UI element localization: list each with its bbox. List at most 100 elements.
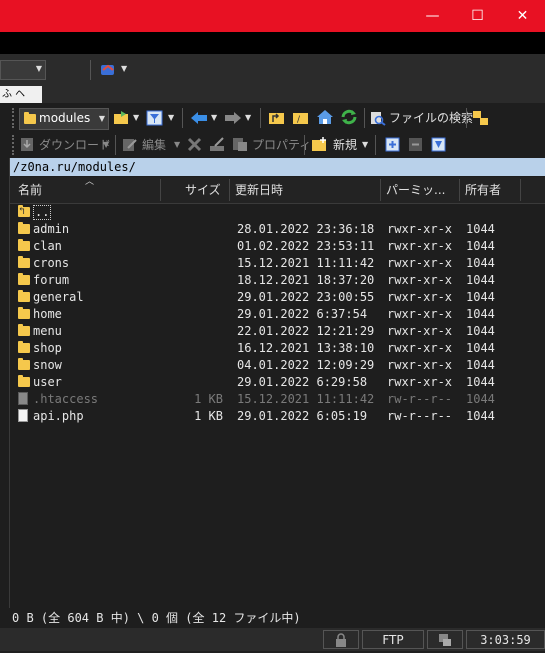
refresh-icon[interactable] (340, 109, 358, 128)
file-modified: 15.12.2021 11:11:42 (237, 392, 375, 406)
title-bar: — ☐ ✕ (0, 0, 545, 32)
chevron-down-icon[interactable]: ▼ (245, 113, 251, 122)
queue-icon[interactable] (472, 110, 490, 129)
download-icon[interactable] (20, 137, 36, 155)
session-combo[interactable]: ▼ (0, 60, 46, 80)
file-name: clan (33, 239, 62, 253)
file-owner: 1044 (466, 375, 495, 389)
file-owner: 1044 (466, 409, 495, 423)
column-divider[interactable] (380, 179, 381, 201)
toolbar-divider (260, 108, 261, 128)
up-arrow-icon: ↰ (19, 206, 26, 217)
delete-icon[interactable] (187, 137, 202, 155)
file-permissions: rwxr-xr-x (387, 222, 453, 236)
bottom-bar: FTP 3:03:59 (0, 628, 545, 651)
edit-button[interactable]: 編集 (142, 134, 166, 156)
file-permissions: rwxr-xr-x (387, 239, 453, 253)
table-row[interactable]: forum 18.12.2021 18:37:20 rwxr-xr-x 1044 (10, 272, 545, 289)
filter-select-icon[interactable] (431, 137, 446, 155)
table-row[interactable]: admin 28.01.2022 23:36:18 rwxr-xr-x 1044 (10, 221, 545, 238)
column-divider[interactable] (459, 179, 460, 201)
open-folder-icon[interactable] (113, 110, 131, 129)
parent-directory-icon[interactable] (268, 110, 286, 129)
table-row[interactable]: ↰.. (10, 204, 545, 221)
file-permissions: rwxr-xr-x (387, 273, 453, 287)
file-permissions: rwxr-xr-x (387, 290, 453, 304)
file-owner: 1044 (466, 273, 495, 287)
chevron-down-icon: ▼ (98, 114, 105, 123)
sync-browse-icon[interactable] (99, 62, 117, 78)
chevron-down-icon[interactable]: ▼ (211, 113, 217, 122)
maximize-button[interactable]: ☐ (455, 0, 500, 32)
column-permissions[interactable]: パーミッ... (386, 177, 445, 203)
filter-icon[interactable] (146, 110, 164, 129)
file-name: general (33, 290, 84, 304)
file-owner: 1044 (466, 324, 495, 338)
file-permissions: rw-r--r-- (387, 392, 453, 406)
chevron-down-icon[interactable]: ▼ (103, 140, 109, 149)
close-button[interactable]: ✕ (500, 0, 545, 32)
folder-icon (18, 324, 30, 336)
new-folder-icon[interactable] (311, 137, 329, 155)
column-size[interactable]: サイズ (185, 177, 221, 203)
column-modified[interactable]: 更新日時 (235, 177, 283, 203)
find-files-button[interactable]: ファイルの検索 (389, 107, 473, 129)
select-minus-icon[interactable] (408, 137, 423, 155)
chevron-down-icon[interactable]: ▼ (362, 140, 368, 149)
rename-icon[interactable] (209, 137, 227, 155)
directory-combo[interactable]: modules ▼ (19, 108, 109, 130)
folder-icon (18, 222, 30, 234)
chevron-down-icon[interactable]: ▼ (121, 64, 127, 73)
table-row[interactable]: general 29.01.2022 23:00:55 rwxr-xr-x 1044 (10, 289, 545, 306)
find-files-icon[interactable] (370, 111, 386, 129)
table-row[interactable]: shop 16.12.2021 13:38:10 rwxr-xr-x 1044 (10, 340, 545, 357)
toolbar-divider (364, 108, 365, 128)
sort-asc-icon: ︿ (85, 177, 95, 187)
file-modified: 16.12.2021 13:38:10 (237, 341, 375, 355)
file-size: 1 KB (194, 392, 223, 406)
table-row[interactable]: crons 15.12.2021 11:11:42 rwxr-xr-x 1044 (10, 255, 545, 272)
column-divider[interactable] (160, 179, 161, 201)
file-name: menu (33, 324, 62, 338)
column-divider[interactable] (520, 179, 521, 201)
protocol-indicator: FTP (362, 630, 424, 649)
table-row[interactable]: home 29.01.2022 6:37:54 rwxr-xr-x 1044 (10, 306, 545, 323)
tab-session[interactable]: ふ ヘ (0, 86, 42, 103)
table-row[interactable]: .htaccess 1 KB 15.12.2021 11:11:42 rw-r--r-… (10, 391, 545, 408)
file-permissions: rwxr-xr-x (387, 324, 453, 338)
root-directory-icon[interactable]: / (292, 110, 310, 129)
table-row[interactable]: api.php 1 KB 29.01.2022 6:05:19 rw-r--r-- 10… (10, 408, 545, 425)
menu-bar (0, 32, 545, 54)
edit-icon[interactable] (122, 137, 138, 155)
chevron-down-icon[interactable]: ▼ (174, 140, 180, 149)
file-name: forum (33, 273, 70, 287)
home-icon[interactable] (316, 109, 334, 128)
forward-arrow-icon[interactable] (224, 111, 242, 128)
select-plus-icon[interactable] (385, 137, 400, 155)
file-permissions: rwxr-xr-x (387, 375, 453, 389)
file-icon (18, 409, 28, 422)
table-row[interactable]: menu 22.01.2022 12:21:29 rwxr-xr-x 1044 (10, 323, 545, 340)
download-button[interactable]: ダウンロード (39, 134, 111, 156)
table-row[interactable]: user 29.01.2022 6:29:58 rwxr-xr-x 1044 (10, 374, 545, 391)
minimize-button[interactable]: — (410, 0, 455, 32)
file-owner: 1044 (466, 341, 495, 355)
back-arrow-icon[interactable] (190, 111, 208, 128)
file-name: home (33, 307, 62, 321)
new-button[interactable]: 新規 (333, 134, 357, 156)
toolbar-divider (115, 135, 116, 155)
column-owner[interactable]: 所有者 (465, 177, 501, 203)
file-list-header: ︿ 名前 サイズ 更新日時 パーミッ... 所有者 (10, 177, 545, 204)
properties-button[interactable]: プロパティ (252, 134, 311, 156)
chevron-down-icon[interactable]: ▼ (133, 113, 139, 122)
properties-icon[interactable] (232, 137, 248, 155)
toolbar-grip (12, 135, 16, 155)
file-modified: 22.01.2022 12:21:29 (237, 324, 375, 338)
table-row[interactable]: snow 04.01.2022 12:09:29 rwxr-xr-x 1044 (10, 357, 545, 374)
column-name[interactable]: 名前 (18, 177, 42, 203)
chevron-down-icon[interactable]: ▼ (168, 113, 174, 122)
file-owner: 1044 (466, 358, 495, 372)
folder-icon (18, 239, 30, 251)
column-divider[interactable] (229, 179, 230, 201)
table-row[interactable]: clan 01.02.2022 23:53:11 rwxr-xr-x 1044 (10, 238, 545, 255)
